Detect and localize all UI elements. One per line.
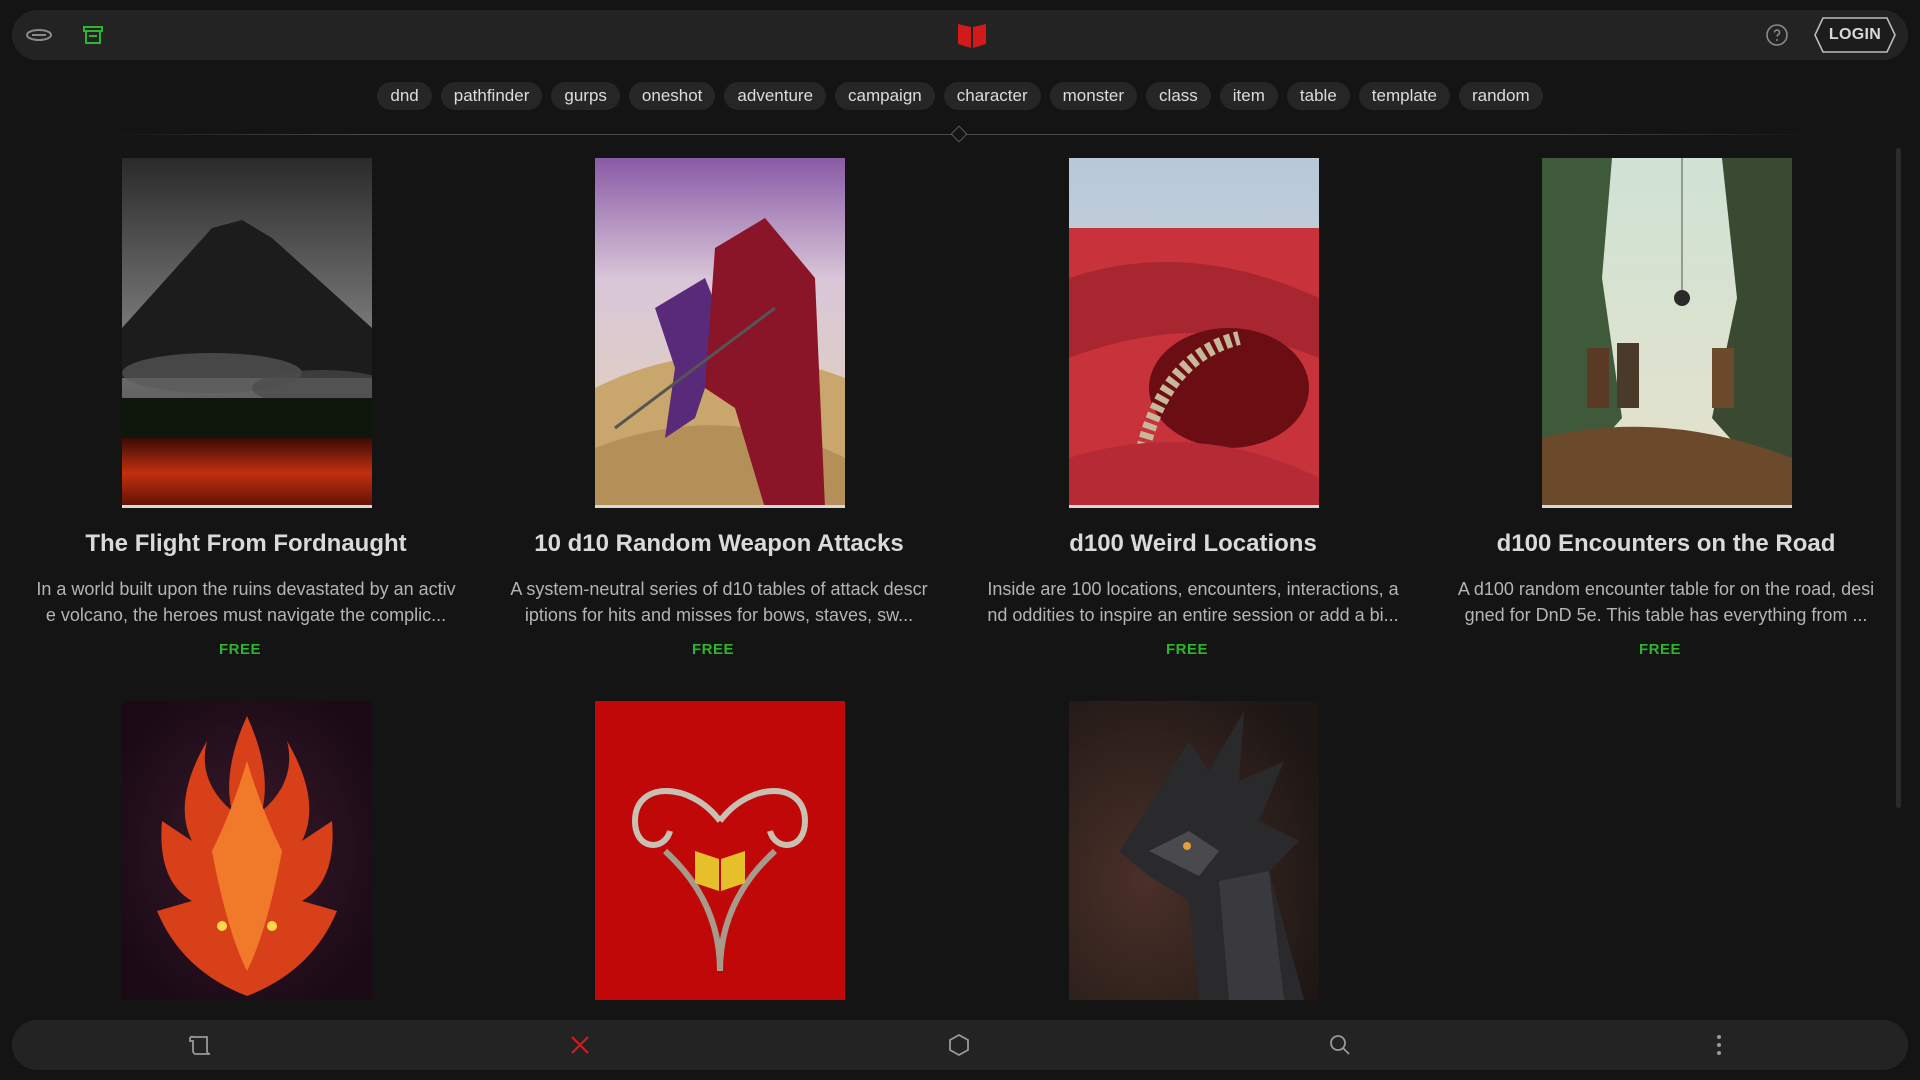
close-icon[interactable] <box>565 1030 595 1060</box>
login-label: LOGIN <box>1828 26 1882 43</box>
top-bar <box>12 10 1908 60</box>
tag-adventure[interactable]: adventure <box>724 82 827 110</box>
card-description: Inside are 100 locations, encounters, in… <box>987 579 1399 625</box>
cover-image[interactable] <box>122 158 372 508</box>
tag-random[interactable]: random <box>1458 82 1543 110</box>
scrollbar[interactable] <box>1896 148 1901 808</box>
tag-filter-bar: dnd pathfinder gurps oneshot adventure c… <box>0 82 1920 110</box>
hexagon-icon[interactable] <box>944 1030 974 1060</box>
scroll-icon[interactable] <box>185 1030 215 1060</box>
card-description: A d100 random encounter table for on the… <box>1457 579 1875 625</box>
card-price: FREE <box>691 641 734 658</box>
card-description: A system-neutral series of d10 tables of… <box>510 579 928 625</box>
tag-template[interactable]: template <box>1358 82 1450 110</box>
login-button[interactable]: LOGIN <box>1813 16 1897 54</box>
card-title[interactable]: d100 Weird Locations <box>963 530 1423 558</box>
cover-image[interactable] <box>595 158 845 508</box>
more-vertical-icon[interactable] <box>1704 1030 1734 1060</box>
tag-class[interactable]: class <box>1146 82 1211 110</box>
divider-ornament <box>950 125 968 143</box>
tag-campaign[interactable]: campaign <box>835 82 935 110</box>
card-description: In a world built upon the ruins devastat… <box>36 579 456 625</box>
search-icon[interactable] <box>1325 1030 1355 1060</box>
card-price: FREE <box>218 641 261 658</box>
menu-icon[interactable] <box>24 20 54 50</box>
tag-character[interactable]: character <box>943 82 1041 110</box>
card-price: FREE <box>1165 641 1208 658</box>
cover-image[interactable] <box>595 701 845 1000</box>
card-title[interactable]: 10 d10 Random Weapon Attacks <box>489 530 949 558</box>
help-icon[interactable] <box>1762 20 1792 50</box>
tag-gurps[interactable]: gurps <box>551 82 620 110</box>
tag-dnd[interactable]: dnd <box>377 82 432 110</box>
card-title[interactable]: The Flight From Fordnaught <box>16 530 476 558</box>
card-title[interactable]: d100 Encounters on the Road <box>1436 530 1896 558</box>
bottom-nav-bar <box>12 1020 1908 1070</box>
cover-image[interactable] <box>122 701 372 1000</box>
tag-item[interactable]: item <box>1219 82 1278 110</box>
cover-image[interactable] <box>1069 701 1319 1000</box>
tag-table[interactable]: table <box>1286 82 1350 110</box>
tag-pathfinder[interactable]: pathfinder <box>440 82 543 110</box>
red-book-icon[interactable] <box>956 20 988 50</box>
cover-image[interactable] <box>1069 158 1319 508</box>
cover-image[interactable] <box>1542 158 1792 508</box>
card-price: FREE <box>1638 641 1681 658</box>
store-icon[interactable] <box>78 20 108 50</box>
tag-oneshot[interactable]: oneshot <box>628 82 716 110</box>
tag-monster[interactable]: monster <box>1049 82 1138 110</box>
